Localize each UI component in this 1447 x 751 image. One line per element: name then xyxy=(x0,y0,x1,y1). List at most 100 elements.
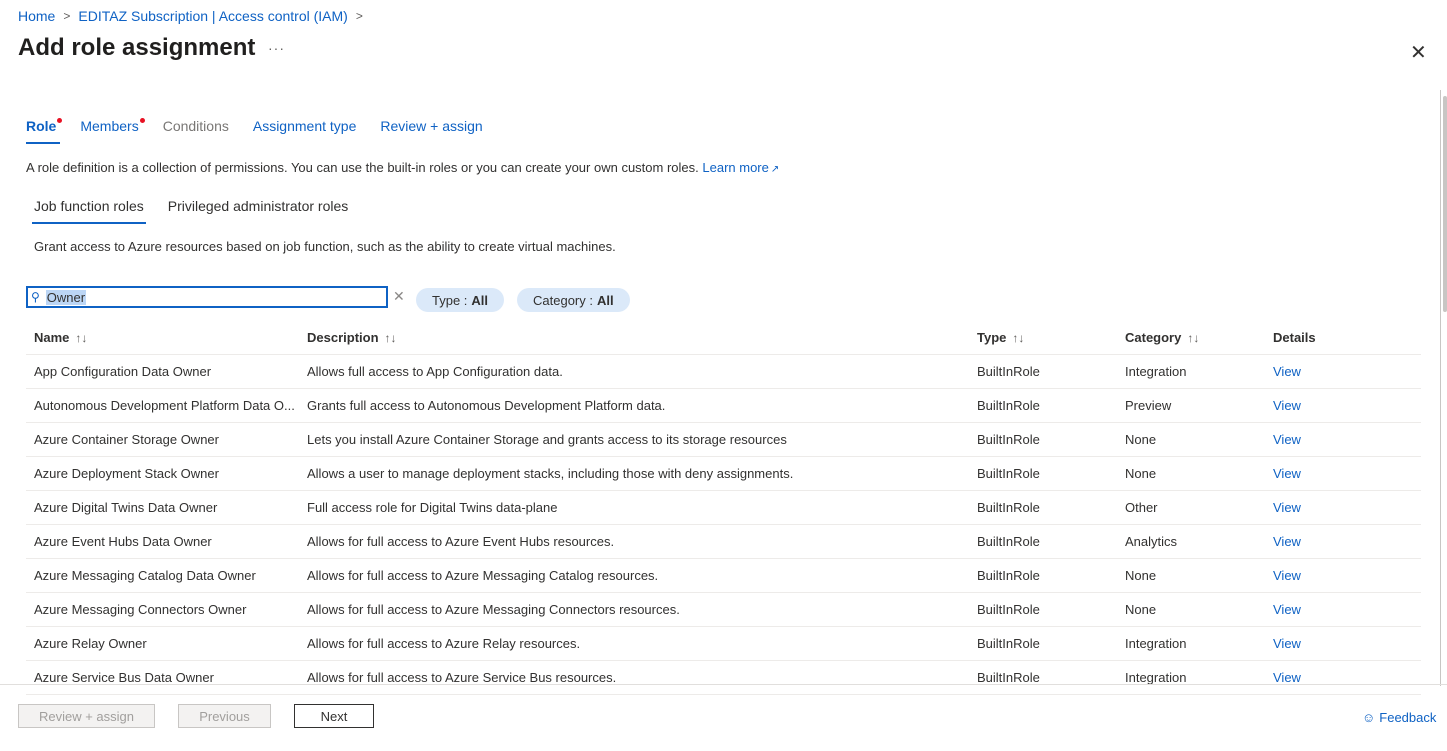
scrollbar-thumb[interactable] xyxy=(1443,96,1447,312)
role-category: Preview xyxy=(1125,398,1172,413)
table-cell: Allows full access to App Configuration … xyxy=(299,354,969,389)
table-cell: App Configuration Data Owner xyxy=(26,354,299,389)
table-cell: View xyxy=(1265,558,1421,593)
view-details-link[interactable]: View xyxy=(1273,568,1301,583)
table-cell: Grants full access to Autonomous Develop… xyxy=(299,388,969,423)
tab-privileged-administrator-roles[interactable]: Privileged administrator roles xyxy=(168,198,349,222)
role-name: Autonomous Development Platform Data O..… xyxy=(34,398,295,413)
review-assign-button[interactable]: Review + assign xyxy=(18,704,155,728)
search-box[interactable]: ⚲ Owner xyxy=(26,286,388,308)
view-details-link[interactable]: View xyxy=(1273,534,1301,549)
role-description-cell: Allows full access to App Configuration … xyxy=(307,364,563,379)
table-row[interactable]: Azure Container Storage Owner Lets you in… xyxy=(26,422,1421,457)
wizard-tabs: Role Members Conditions Assignment type … xyxy=(26,118,507,144)
table-row[interactable]: App Configuration Data Owner Allows full … xyxy=(26,354,1421,389)
previous-button[interactable]: Previous xyxy=(178,704,271,728)
breadcrumb-subscription-iam[interactable]: EDITAZ Subscription | Access control (IA… xyxy=(78,8,347,24)
role-description-cell: Lets you install Azure Container Storage… xyxy=(307,432,787,447)
role-name: Azure Container Storage Owner xyxy=(34,432,219,447)
table-row[interactable]: Azure Service Bus Data Owner Allows for f… xyxy=(26,660,1421,695)
feedback-button[interactable]: ☺ Feedback xyxy=(1362,710,1436,725)
view-details-link[interactable]: View xyxy=(1273,500,1301,515)
category-filter-label: Category : xyxy=(533,292,593,308)
role-description-cell: Full access role for Digital Twins data-… xyxy=(307,500,558,515)
table-cell: View xyxy=(1265,524,1421,559)
tab-members-label: Members xyxy=(80,118,139,134)
sort-icon[interactable]: ↑↓ xyxy=(75,331,87,345)
search-input[interactable]: Owner xyxy=(45,289,87,305)
table-cell: Allows for full access to Azure Relay re… xyxy=(299,626,969,661)
type-filter-value: All xyxy=(471,292,489,308)
table-cell: Azure Messaging Connectors Owner xyxy=(26,592,299,627)
table-cell: Allows for full access to Azure Messagin… xyxy=(299,592,969,627)
table-row[interactable]: Azure Event Hubs Data Owner Allows for fu… xyxy=(26,524,1421,559)
learn-more-link[interactable]: Learn more xyxy=(702,160,768,175)
breadcrumb-home[interactable]: Home xyxy=(18,8,55,24)
tab-conditions[interactable]: Conditions xyxy=(163,118,229,142)
required-indicator xyxy=(139,118,145,123)
table-cell: None xyxy=(1117,422,1265,457)
table-row[interactable]: Azure Digital Twins Data Owner Full acces… xyxy=(26,490,1421,525)
table-cell: Allows a user to manage deployment stack… xyxy=(299,456,969,491)
role-type: BuiltInRole xyxy=(977,364,1040,379)
tab-role[interactable]: Role xyxy=(26,118,63,144)
tab-review-assign[interactable]: Review + assign xyxy=(380,118,482,142)
table-row[interactable]: Azure Messaging Catalog Data Owner Allows… xyxy=(26,558,1421,593)
role-description-cell: Allows for full access to Azure Service … xyxy=(307,670,617,685)
more-options-icon[interactable]: ··· xyxy=(268,40,285,56)
view-details-link[interactable]: View xyxy=(1273,670,1301,685)
role-category: None xyxy=(1125,568,1157,583)
table-cell: Other xyxy=(1117,490,1265,525)
sort-icon[interactable]: ↑↓ xyxy=(1187,331,1199,345)
close-icon[interactable]: ✕ xyxy=(1410,40,1427,65)
role-type: BuiltInRole xyxy=(977,432,1040,447)
role-category: None xyxy=(1125,466,1157,481)
tab-conditions-label: Conditions xyxy=(162,118,229,134)
view-details-link[interactable]: View xyxy=(1273,398,1301,413)
tab-job-function-roles[interactable]: Job function roles xyxy=(32,198,146,224)
required-indicator xyxy=(57,118,63,123)
search-icon: ⚲ xyxy=(31,290,40,304)
col-header-type[interactable]: Type ↑↓ xyxy=(969,320,1117,355)
view-details-link[interactable]: View xyxy=(1273,432,1301,447)
chevron-right-icon: > xyxy=(63,9,71,23)
next-button[interactable]: Next xyxy=(294,704,374,728)
tab-assignment-type[interactable]: Assignment type xyxy=(253,118,357,142)
view-details-link[interactable]: View xyxy=(1273,636,1301,651)
view-details-link[interactable]: View xyxy=(1273,364,1301,379)
clear-search-icon[interactable]: ✕ xyxy=(393,288,405,305)
role-type: BuiltInRole xyxy=(977,534,1040,549)
role-description-cell: Allows for full access to Azure Event Hu… xyxy=(307,534,615,549)
table-cell: Integration xyxy=(1117,660,1265,695)
table-row[interactable]: Azure Relay Owner Allows for full access … xyxy=(26,626,1421,661)
category-filter[interactable]: Category : All xyxy=(517,288,630,312)
table-row[interactable]: Azure Deployment Stack Owner Allows a use… xyxy=(26,456,1421,491)
role-name: Azure Event Hubs Data Owner xyxy=(34,534,212,549)
role-name: Azure Messaging Connectors Owner xyxy=(34,602,247,617)
col-header-name[interactable]: Name ↑↓ xyxy=(26,320,299,355)
sort-icon[interactable]: ↑↓ xyxy=(1012,331,1024,345)
type-filter[interactable]: Type : All xyxy=(416,288,505,312)
table-row[interactable]: Autonomous Development Platform Data O..… xyxy=(26,388,1421,423)
table-cell: View xyxy=(1265,354,1421,389)
col-header-description[interactable]: Description ↑↓ xyxy=(299,320,969,355)
table-cell: BuiltInRole xyxy=(969,558,1117,593)
sort-icon[interactable]: ↑↓ xyxy=(385,331,397,345)
roles-table: Name ↑↓ Description ↑↓ Type ↑↓ Category ↑↓ D… xyxy=(26,320,1421,695)
role-category: None xyxy=(1125,602,1157,617)
table-cell: Lets you install Azure Container Storage… xyxy=(299,422,969,457)
table-cell: BuiltInRole xyxy=(969,354,1117,389)
table-cell: Full access role for Digital Twins data-… xyxy=(299,490,969,525)
category-filter-value: All xyxy=(596,292,614,308)
view-details-link[interactable]: View xyxy=(1273,602,1301,617)
tab-members[interactable]: Members xyxy=(80,118,145,142)
table-cell: View xyxy=(1265,456,1421,491)
role-category: Integration xyxy=(1125,364,1187,379)
view-details-link[interactable]: View xyxy=(1273,466,1301,481)
table-cell: None xyxy=(1117,592,1265,627)
role-type: BuiltInRole xyxy=(977,568,1040,583)
role-category: Integration xyxy=(1125,670,1187,685)
table-row[interactable]: Azure Messaging Connectors Owner Allows f… xyxy=(26,592,1421,627)
feedback-icon: ☺ xyxy=(1362,710,1376,725)
col-header-category[interactable]: Category ↑↓ xyxy=(1117,320,1265,355)
